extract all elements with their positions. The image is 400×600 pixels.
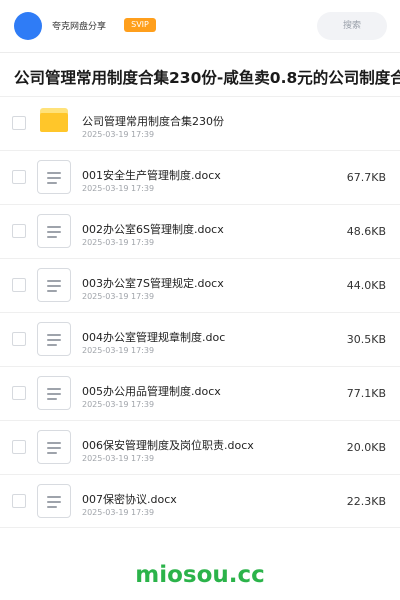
list-item[interactable]: 004办公室管理规章制度.doc 2025-03-19 17:39 30.5KB xyxy=(0,312,400,366)
file-size: 77.1KB xyxy=(346,387,386,400)
list-item[interactable]: 005办公用品管理制度.docx 2025-03-19 17:39 77.1KB xyxy=(0,366,400,420)
file-name: 004办公室管理规章制度.doc xyxy=(82,331,226,344)
header: 夸克网盘分享 SVIP 搜索 xyxy=(0,0,400,52)
list-item[interactable]: 006保安管理制度及岗位职责.docx 2025-03-19 17:39 20.… xyxy=(0,420,400,474)
file-date: 2025-03-19 17:39 xyxy=(82,508,155,517)
file-size: 67.7KB xyxy=(346,171,386,184)
checkbox[interactable] xyxy=(12,332,26,346)
checkbox[interactable] xyxy=(12,440,26,454)
svip-badge: SVIP xyxy=(124,18,156,32)
file-date: 2025-03-19 17:39 xyxy=(82,346,155,355)
folder-icon xyxy=(40,108,68,132)
avatar[interactable] xyxy=(14,12,42,40)
checkbox[interactable] xyxy=(12,116,26,130)
document-icon xyxy=(37,160,71,194)
file-size: 20.0KB xyxy=(346,441,386,454)
file-date: 2025-03-19 17:39 xyxy=(82,238,155,247)
checkbox[interactable] xyxy=(12,386,26,400)
file-name: 002办公室6S管理制度.docx xyxy=(82,223,224,236)
checkbox[interactable] xyxy=(12,494,26,508)
file-date: 2025-03-19 17:39 xyxy=(82,400,155,409)
document-icon xyxy=(37,268,71,302)
file-name: 006保安管理制度及岗位职责.docx xyxy=(82,439,254,452)
document-icon xyxy=(37,484,71,518)
file-date: 2025-03-19 17:39 xyxy=(82,292,155,301)
file-name: 005办公用品管理制度.docx xyxy=(82,385,221,398)
file-size: 44.0KB xyxy=(346,279,386,292)
checkbox[interactable] xyxy=(12,224,26,238)
header-divider xyxy=(0,52,400,53)
document-icon xyxy=(37,376,71,410)
list-item[interactable]: 002办公室6S管理制度.docx 2025-03-19 17:39 48.6K… xyxy=(0,204,400,258)
list-item[interactable]: 007保密协议.docx 2025-03-19 17:39 22.3KB xyxy=(0,474,400,528)
file-size: 48.6KB xyxy=(346,225,386,238)
file-name: 001安全生产管理制度.docx xyxy=(82,169,221,182)
file-size: 22.3KB xyxy=(346,495,386,508)
file-name: 003办公室7S管理规定.docx xyxy=(82,277,224,290)
share-owner-name: 夸克网盘分享 xyxy=(52,22,107,32)
search-input[interactable]: 搜索 xyxy=(317,12,387,40)
file-name: 007保密协议.docx xyxy=(82,493,177,506)
document-icon xyxy=(37,430,71,464)
list-item[interactable]: 公司管理常用制度合集230份 2025-03-19 17:39 xyxy=(0,96,400,150)
checkbox[interactable] xyxy=(12,170,26,184)
file-size: 30.5KB xyxy=(346,333,386,346)
list-item[interactable]: 001安全生产管理制度.docx 2025-03-19 17:39 67.7KB xyxy=(0,150,400,204)
file-date: 2025-03-19 17:39 xyxy=(82,184,155,193)
document-icon xyxy=(37,214,71,248)
watermark: miosou.cc xyxy=(135,562,265,588)
file-name: 公司管理常用制度合集230份 xyxy=(82,115,224,128)
file-date: 2025-03-19 17:39 xyxy=(82,454,155,463)
page-title: 公司管理常用制度合集230份-咸鱼卖0.8元的公司制度合集 xyxy=(14,69,400,87)
file-date: 2025-03-19 17:39 xyxy=(82,130,155,139)
checkbox[interactable] xyxy=(12,278,26,292)
document-icon xyxy=(37,322,71,356)
list-item[interactable]: 003办公室7S管理规定.docx 2025-03-19 17:39 44.0K… xyxy=(0,258,400,312)
